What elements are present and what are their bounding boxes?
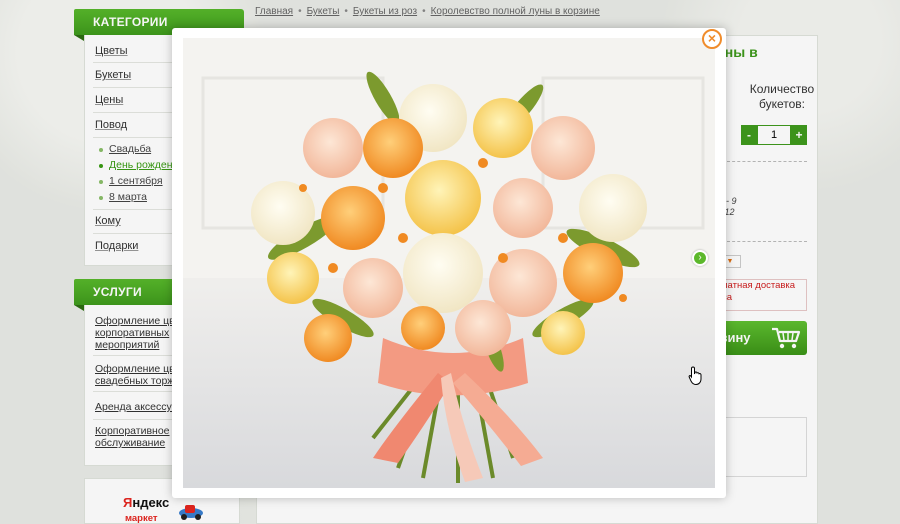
bouquet-photo xyxy=(183,38,715,488)
lightbox-next-button[interactable]: › xyxy=(692,250,708,266)
bouquet-image xyxy=(183,38,715,483)
lightbox-dialog xyxy=(172,28,726,498)
hand-cursor-icon xyxy=(688,366,702,386)
lightbox-close-button[interactable]: × xyxy=(702,29,722,49)
